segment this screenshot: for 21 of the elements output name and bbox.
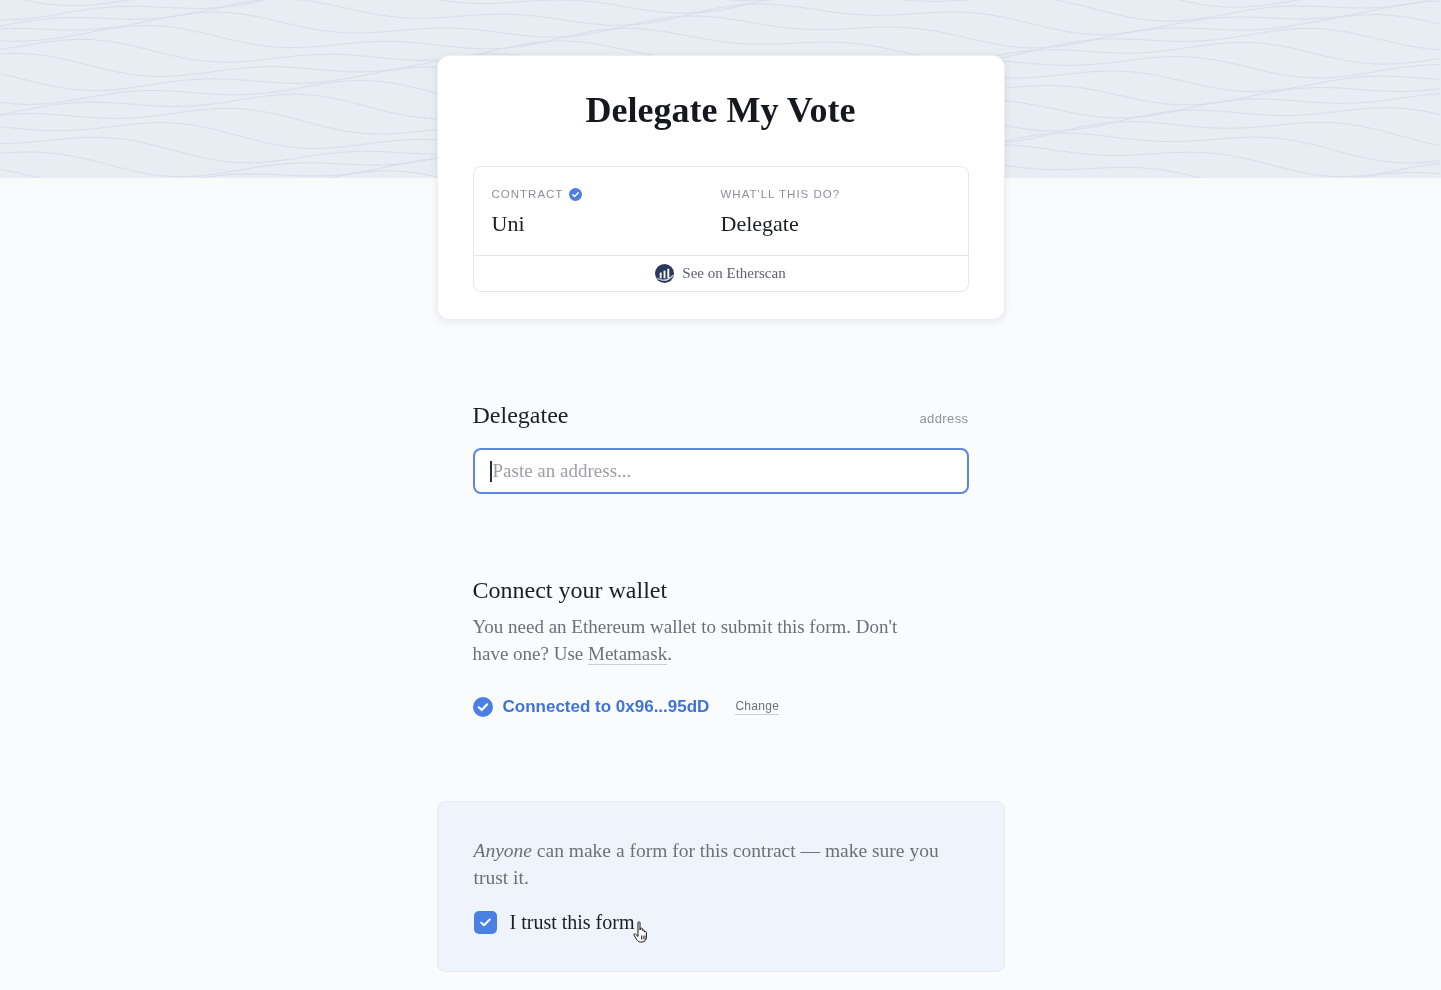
field-value: Uni [491, 210, 525, 238]
trust-checkbox[interactable] [473, 910, 497, 934]
field-value: Delegate [720, 210, 799, 238]
field-label: CONTRACT [491, 187, 564, 202]
field-type-hint: address [919, 411, 969, 426]
etherscan-link[interactable]: See on Etherscan [473, 255, 968, 291]
wallet-description: You need an Ethereum wallet to submit this form. Don't have one? Use Metamask. [472, 615, 899, 667]
metamask-link[interactable]: Metamask [588, 643, 668, 665]
page-title: Delegate My Vote [584, 89, 857, 132]
field-heading: Delegatee [472, 401, 569, 430]
checkmark-icon [479, 917, 491, 927]
change-link[interactable]: Change [735, 699, 780, 715]
hand-pointer-cursor-icon [632, 921, 649, 943]
address-input[interactable]: Paste an address... [472, 448, 969, 494]
connection-status: Connected to 0x96...95dD [502, 697, 710, 717]
etherscan-logo-icon [655, 264, 675, 283]
section-heading: Connect your wallet [472, 576, 669, 605]
field-label: WHAT'LL THIS DO? [720, 187, 841, 202]
text-cursor [489, 461, 492, 482]
checkbox-label[interactable]: I trust this form [509, 910, 635, 934]
trust-notice: Anyone can make a form for this contract — make sure you trust it. [473, 839, 940, 890]
